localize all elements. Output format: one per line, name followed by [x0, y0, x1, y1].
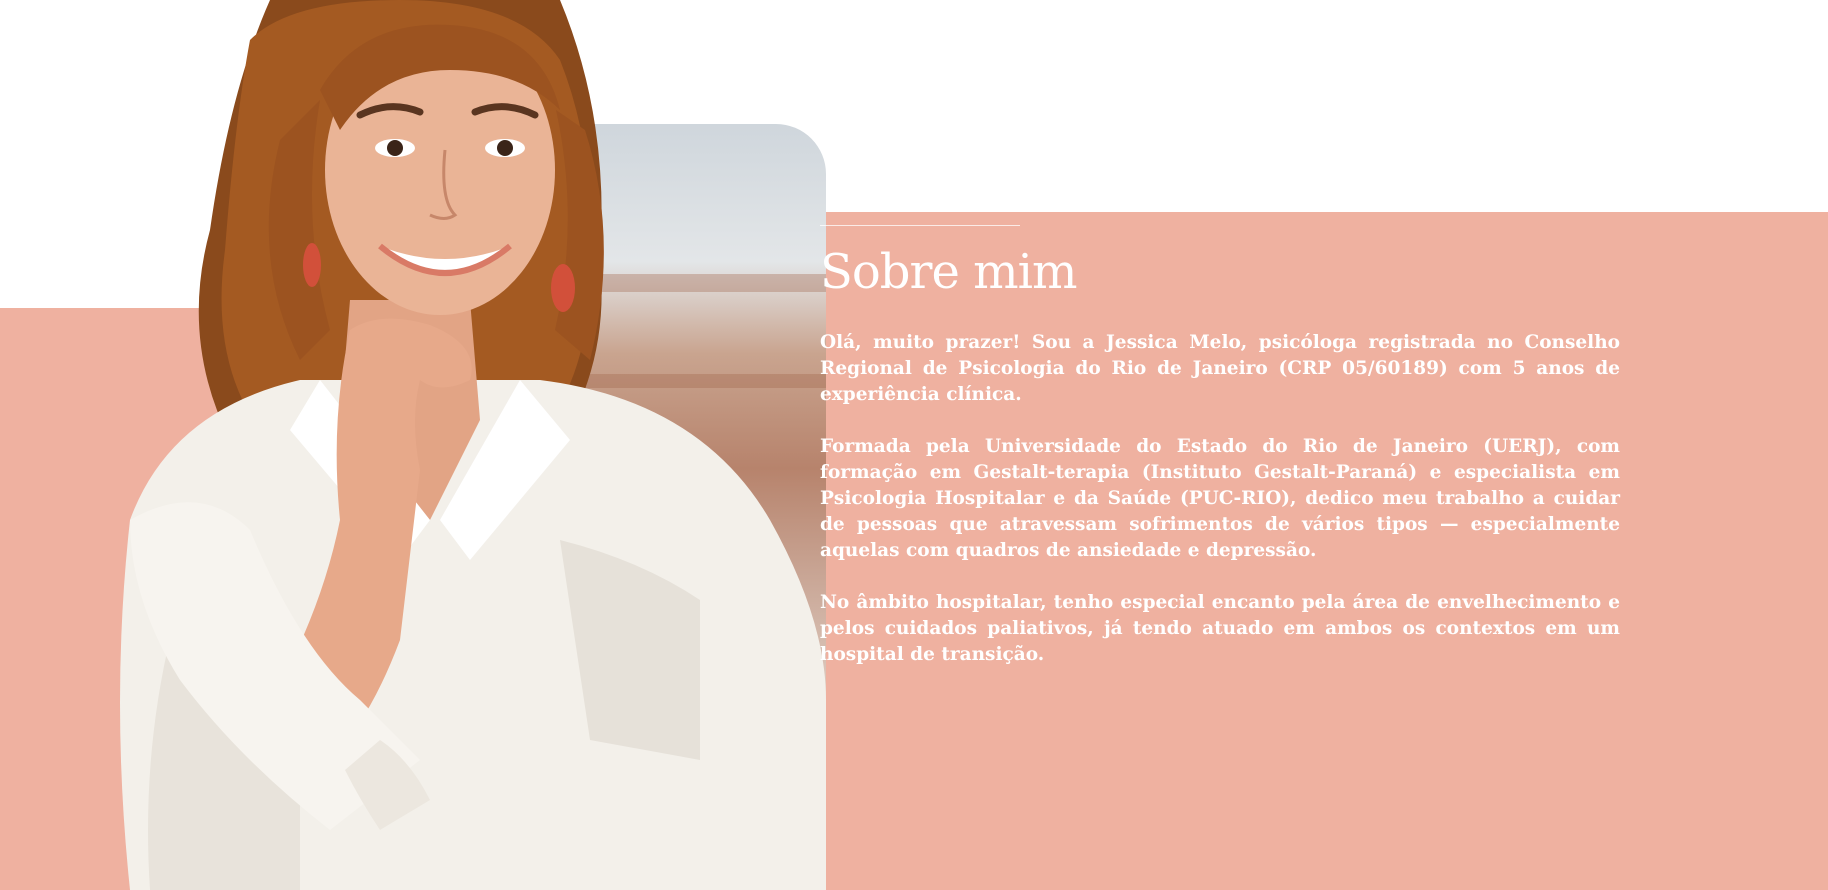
- title-divider: [820, 225, 1020, 226]
- about-paragraph-2: Formada pela Universidade do Estado do R…: [820, 436, 1620, 561]
- section-title: Sobre mim: [820, 244, 1078, 300]
- about-section: Sobre mim Olá, muito prazer! Sou a Jessi…: [0, 0, 1828, 890]
- about-paragraph-1: Olá, muito prazer! Sou a Jessica Melo, p…: [820, 332, 1620, 405]
- about-paragraph-3: No âmbito hospitalar, tenho especial enc…: [820, 592, 1620, 665]
- portrait-photo: [120, 0, 826, 890]
- about-content: Sobre mim Olá, muito prazer! Sou a Jessi…: [820, 240, 1620, 694]
